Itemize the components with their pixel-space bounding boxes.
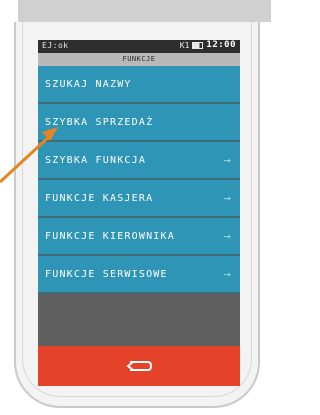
menu-item-label: FUNKCJE KIEROWNIKA <box>45 230 175 242</box>
menu-item-szybka-funkcja[interactable]: SZYBKA FUNKCJA → <box>38 142 240 179</box>
menu-item-label: FUNKCJE KASJERA <box>45 192 154 204</box>
menu-item-label: SZYBKA SPRZEDAŻ <box>45 116 154 128</box>
menu-item-funkcje-kasjera[interactable]: FUNKCJE KASJERA → <box>38 180 240 217</box>
menu-item-funkcje-kierownika[interactable]: FUNKCJE KIEROWNIKA → <box>38 218 240 255</box>
menu-item-szybka-sprzedaz[interactable]: SZYBKA SPRZEDAŻ <box>38 104 240 141</box>
menu-item-funkcje-serwisowe[interactable]: FUNKCJE SERWISOWE → <box>38 256 240 293</box>
menu-item-label: SZUKAJ NAZWY <box>45 78 132 90</box>
status-bar: EJ:ok K1 12:00 <box>38 40 240 53</box>
device-screen: EJ:ok K1 12:00 FUNKCJE SZUKAJ NAZWY SZYB… <box>38 40 240 386</box>
back-button[interactable] <box>38 346 240 386</box>
arrow-right-icon: → <box>223 153 232 167</box>
back-arrow-icon <box>126 361 153 371</box>
screen-title: FUNKCJE <box>38 53 240 66</box>
battery-icon <box>192 41 204 49</box>
menu-item-label: FUNKCJE SERWISOWE <box>45 268 168 280</box>
battery-label: K1 <box>179 40 190 50</box>
arrow-right-icon: → <box>223 191 232 205</box>
arrow-right-icon: → <box>223 229 232 243</box>
top-bar <box>18 0 271 22</box>
status-right: K1 12:00 <box>180 40 236 50</box>
menu-item-szukaj-nazwy[interactable]: SZUKAJ NAZWY <box>38 66 240 103</box>
clock: 12:00 <box>206 40 236 50</box>
arrow-right-icon: → <box>223 267 232 281</box>
menu-item-label: SZYBKA FUNKCJA <box>45 154 147 166</box>
status-ej: EJ:ok <box>42 41 69 50</box>
